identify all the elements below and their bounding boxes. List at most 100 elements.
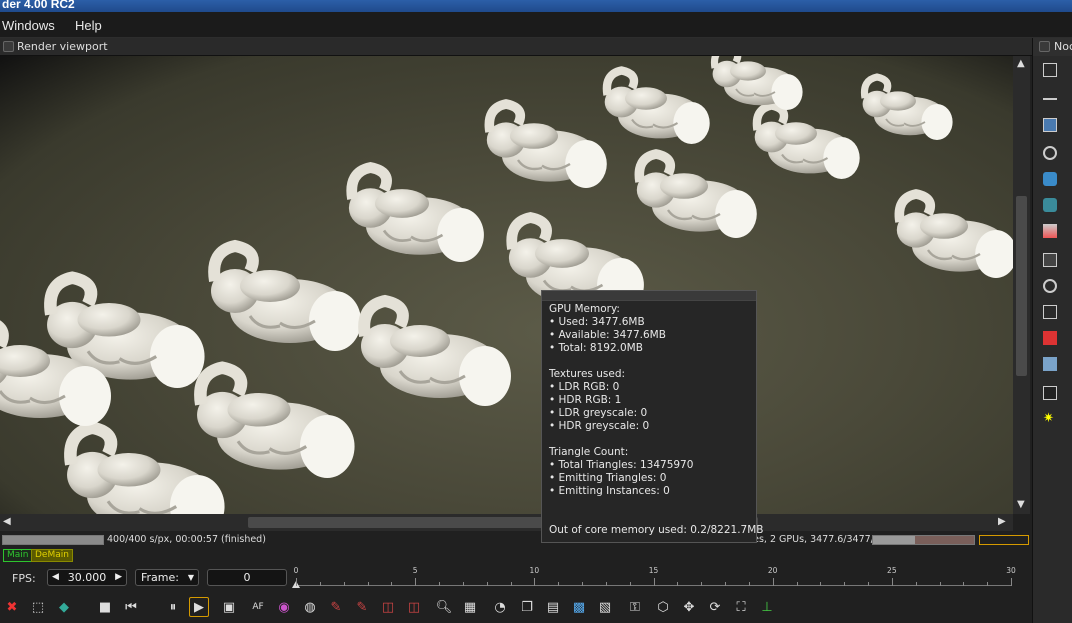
reset-icon[interactable]: ✖ bbox=[2, 597, 22, 617]
color-picker-icon[interactable]: ◉ bbox=[274, 597, 294, 617]
camera-node-icon[interactable] bbox=[1043, 146, 1057, 160]
scroll-right-arrow[interactable]: ▶ bbox=[998, 517, 1006, 527]
mesh-node-icon[interactable] bbox=[1043, 198, 1057, 212]
rendered-scene bbox=[0, 56, 1013, 514]
menu-windows[interactable]: Windows bbox=[2, 18, 55, 33]
placement-node-icon[interactable] bbox=[1043, 357, 1057, 371]
ruler-tick bbox=[462, 582, 464, 586]
checker-icon[interactable]: ▧ bbox=[595, 597, 615, 617]
tooltip-line: • LDR RGB: 0 bbox=[549, 381, 620, 393]
gauge-icon[interactable]: ◔ bbox=[490, 597, 510, 617]
ruler-tick bbox=[820, 582, 822, 586]
ruler-tick bbox=[534, 578, 536, 586]
camera-target-icon[interactable]: ✎ bbox=[352, 597, 372, 617]
material-node-icon[interactable] bbox=[1043, 224, 1057, 238]
autofocus-icon[interactable]: AF bbox=[248, 597, 268, 617]
rotate-icon[interactable]: ⟳ bbox=[705, 597, 725, 617]
object-mode-icon[interactable]: ⬡ bbox=[653, 597, 673, 617]
fps-increase-arrow[interactable]: ▶ bbox=[115, 570, 122, 585]
fps-spinbox[interactable]: ◀ 30.000 ▶ bbox=[47, 569, 127, 586]
fps-decrease-arrow[interactable]: ◀ bbox=[52, 570, 59, 585]
ruler-tick bbox=[915, 582, 917, 586]
tooltip-header bbox=[542, 291, 756, 301]
ruler-tick-label: 5 bbox=[412, 566, 418, 575]
object-picker-icon[interactable]: ✎ bbox=[326, 597, 346, 617]
render-status-text: 400/400 s/px, 00:00:57 (finished) bbox=[107, 534, 266, 545]
ruler-tick-label: 0 bbox=[293, 566, 299, 575]
tooltip-line: Out of core memory used: 0.2/8221.7MB bbox=[549, 524, 764, 536]
geometry-node-icon[interactable] bbox=[1043, 86, 1057, 100]
white-balance-icon[interactable]: ◫ bbox=[378, 597, 398, 617]
render-target-tabs: Main DeMain bbox=[0, 549, 400, 563]
display-icon[interactable]: ▣ bbox=[219, 597, 239, 617]
restart-icon[interactable]: ⏮ bbox=[121, 597, 141, 617]
ruler-tick bbox=[891, 578, 893, 586]
focus-picker-icon[interactable]: ◫ bbox=[404, 597, 424, 617]
render-target-node-icon[interactable] bbox=[1043, 63, 1057, 77]
tab-demain[interactable]: DeMain bbox=[31, 549, 73, 562]
ruler-tick bbox=[748, 582, 750, 586]
environment-node-icon[interactable] bbox=[1043, 172, 1057, 186]
window-title: der 4.00 RC2 bbox=[2, 0, 75, 11]
image-node-icon[interactable] bbox=[1043, 118, 1057, 132]
axis-gizmo-icon[interactable]: ⊥ bbox=[757, 597, 777, 617]
lock-icon[interactable]: ⚿ bbox=[625, 597, 645, 617]
ruler-tick bbox=[963, 582, 965, 586]
menubar: Windows Help bbox=[0, 12, 1072, 38]
scroll-up-arrow[interactable]: ▲ bbox=[1017, 59, 1025, 69]
viewport-vertical-scrollbar[interactable]: ▲ ▼ bbox=[1013, 56, 1030, 514]
ruler-tick bbox=[844, 582, 846, 586]
tab-main[interactable]: Main bbox=[3, 549, 33, 562]
move-icon[interactable]: ✥ bbox=[679, 597, 699, 617]
node-dock-checkbox[interactable] bbox=[1039, 41, 1050, 52]
panel-toggle-checkbox[interactable] bbox=[3, 41, 14, 52]
ruler-tick-label: 30 bbox=[1006, 566, 1016, 575]
ruler-tick bbox=[725, 582, 726, 586]
render-priority-indicator bbox=[979, 535, 1029, 545]
window-titlebar: der 4.00 RC2 bbox=[0, 0, 1072, 12]
ruler-tick bbox=[510, 582, 512, 586]
gpu-memory-bar bbox=[872, 535, 975, 545]
tooltip-line: Triangle Count: bbox=[549, 446, 629, 458]
render-toolbar: ✖ ⬚ ◆ ■ ⏮ ⏸ ▶ ▣ AF ◉ ◍ ✎ ✎ ◫ ◫ 🔍︎ ▦ ◔ ❐ … bbox=[0, 595, 1032, 621]
zoom-icon[interactable]: 🔍︎ bbox=[434, 597, 454, 617]
kernel-node-icon[interactable] bbox=[1043, 253, 1057, 267]
fps-label: FPS: bbox=[12, 572, 36, 585]
ruler-tick bbox=[439, 582, 440, 586]
material-picker-icon[interactable]: ◍ bbox=[300, 597, 320, 617]
stop-icon[interactable]: ■ bbox=[95, 597, 115, 617]
clay-mode-icon[interactable]: ▤ bbox=[543, 597, 563, 617]
ruler-tick bbox=[772, 578, 774, 586]
frame-input[interactable]: 0 bbox=[207, 569, 287, 586]
tooltip-line: • Used: 3477.6MB bbox=[549, 316, 645, 328]
ruler-tick bbox=[605, 582, 607, 586]
render-progress-fill bbox=[3, 536, 103, 544]
region-icon[interactable]: ⬚ bbox=[28, 597, 48, 617]
timeline-ruler[interactable]: 0 5 10 15 20 25 30 bbox=[292, 566, 1016, 588]
play-icon[interactable]: ▶ bbox=[189, 597, 209, 617]
film-region-icon[interactable]: ▦ bbox=[460, 597, 480, 617]
transform-node-icon[interactable] bbox=[1043, 305, 1057, 319]
ruler-tick bbox=[653, 578, 655, 586]
scroll-left-arrow[interactable]: ◀ bbox=[3, 517, 11, 527]
vertical-scroll-thumb[interactable] bbox=[1016, 196, 1027, 376]
pause-icon[interactable]: ⏸ bbox=[163, 597, 183, 617]
ruler-tick bbox=[939, 582, 941, 586]
subsample-icon[interactable]: ▩ bbox=[569, 597, 589, 617]
menu-help[interactable]: Help bbox=[75, 18, 102, 33]
panel-title: Render viewport bbox=[17, 40, 108, 53]
fullscreen-icon[interactable]: ⛶ bbox=[731, 597, 751, 617]
copy-icon[interactable]: ❐ bbox=[517, 597, 537, 617]
texture-node-icon[interactable] bbox=[1043, 331, 1057, 345]
render-viewport[interactable] bbox=[0, 56, 1013, 514]
viewport-horizontal-scrollbar[interactable]: ◀ ▶ bbox=[0, 514, 1013, 531]
imager-node-icon[interactable] bbox=[1043, 386, 1057, 400]
ruler-tick bbox=[582, 582, 583, 586]
clock-icon[interactable] bbox=[1043, 279, 1057, 293]
ruler-tick bbox=[367, 582, 369, 586]
ruler-tick bbox=[319, 582, 321, 586]
light-node-icon[interactable]: ✷ bbox=[1043, 412, 1057, 426]
frame-dropdown[interactable]: Frame: ▼ bbox=[135, 569, 199, 586]
cube-color-icon[interactable]: ◆ bbox=[54, 597, 74, 617]
scroll-down-arrow[interactable]: ▼ bbox=[1017, 500, 1025, 510]
